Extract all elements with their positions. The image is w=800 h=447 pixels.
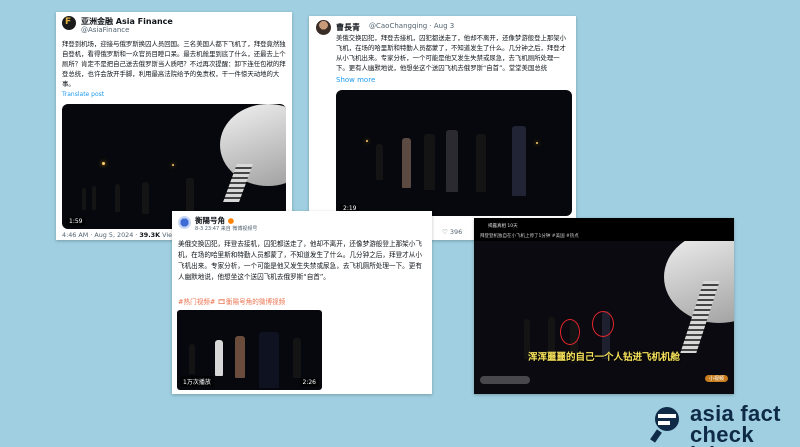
magnifier-icon <box>650 407 679 443</box>
person-figure <box>424 134 435 190</box>
person-figure <box>402 138 411 188</box>
airstairs <box>223 164 253 202</box>
afcl-logo: asia fact check lab <box>648 403 788 447</box>
author-handle[interactable]: @CaoChangqing · Aug 3 <box>369 22 454 30</box>
weibo-video[interactable]: 1万次播放 2:26 <box>177 310 322 390</box>
likes: 396 <box>449 228 463 236</box>
heart-icon: ♡ <box>442 228 450 236</box>
person-figure <box>142 182 149 214</box>
asia-finance-logo-icon: F <box>65 17 72 27</box>
douyin-video[interactable]: 浑浑噩噩的自己一个人钻进飞机机舱 小视频 <box>474 241 734 394</box>
logo-line-1: asia fact <box>690 401 781 426</box>
hashtags[interactable]: #热门视频# 🎞衡陽号角的微博视频 <box>178 296 285 306</box>
like-count[interactable]: ♡ 396 <box>442 228 462 236</box>
tweet-video[interactable]: 2:19 <box>336 90 572 216</box>
tweet-meta: 4:46 AM · Aug 5, 2024 · 39.3K Views <box>62 231 181 239</box>
person-figure <box>92 186 96 210</box>
avatar[interactable] <box>316 20 331 35</box>
runway-light <box>102 162 105 165</box>
weibo-card: 衡陽号角 ● 8-3 23:47 来自 微博视频号 美俄交换囚犯，拜登去接机，囚… <box>172 211 432 394</box>
person-figure <box>235 336 245 378</box>
author-name[interactable]: 曹長青 <box>336 22 360 33</box>
person-figure <box>82 188 86 210</box>
airplane <box>220 104 286 186</box>
timestamp: 4:46 AM · Aug 5, 2024 · <box>62 231 140 239</box>
runway-light <box>536 142 538 144</box>
person-figure <box>293 338 301 378</box>
author-handle[interactable]: @AsiaFinance <box>81 26 129 34</box>
person-figure <box>259 332 279 388</box>
video-duration: 1:59 <box>66 217 86 226</box>
tweet-card-cao-changqing: 曹長青 @CaoChangqing · Aug 3 美俄交换囚犯，拜登去接机，囚… <box>309 16 576 240</box>
video-label-pill: 小视频 <box>704 375 728 382</box>
person-figure <box>115 184 120 212</box>
highlight-circle <box>560 319 580 345</box>
douyin-card: 揭露真相 10天 拜登登机独自在小飞机上停了1分钟 #美国 #热点 浑浑噩噩的自… <box>474 218 734 394</box>
channel-header: 揭露真相 10天 <box>488 224 518 229</box>
verified-badge-icon: ● <box>227 216 235 225</box>
post-meta: 8-3 23:47 来自 微博视频号 <box>195 226 258 232</box>
tweet-text: 拜登到机场，迎接与俄罗斯换囚人员回国。三名美国人都下飞机了，拜登竟然独自登机，看… <box>62 40 286 88</box>
author-name-text: 衡陽号角 <box>195 216 225 225</box>
control-bar <box>480 376 530 384</box>
tweet-text: 美俄交换囚犯，拜登去接机，囚犯都送走了，他却不离开，还像梦游般登上那架小飞机，在… <box>336 34 567 72</box>
person-figure <box>186 178 194 214</box>
view-count: 39.3K <box>139 231 161 239</box>
post-text: 美俄交换囚犯，拜登去接机，囚犯都送走了，他却不离开，还像梦游般登上那架小飞机，在… <box>178 240 422 281</box>
person-figure <box>215 340 223 376</box>
person-figure <box>189 344 195 374</box>
video-description: 拜登登机独自在小飞机上停了1分钟 #美国 #热点 <box>480 234 579 239</box>
person-figure <box>476 134 486 192</box>
show-more-link[interactable]: Show more <box>336 76 375 84</box>
video-duration: 2:26 <box>299 378 319 387</box>
runway-light <box>366 140 368 142</box>
highlight-circle <box>592 311 614 337</box>
logo-line-2: check lab <box>690 422 754 447</box>
person-figure <box>376 144 383 180</box>
translate-link[interactable]: Translate post <box>62 91 104 98</box>
video-view-count: 1万次播放 <box>180 376 214 387</box>
tweet-card-asia-finance: F 亚洲金融 Asia Finance @AsiaFinance 拜登到机场，迎… <box>56 12 292 240</box>
person-figure <box>512 126 526 196</box>
avatar[interactable] <box>178 216 191 229</box>
avatar[interactable]: F <box>62 16 76 30</box>
runway-light <box>172 164 174 166</box>
person-figure <box>446 130 458 192</box>
video-caption: 浑浑噩噩的自己一个人钻进飞机机舱 <box>527 352 680 363</box>
